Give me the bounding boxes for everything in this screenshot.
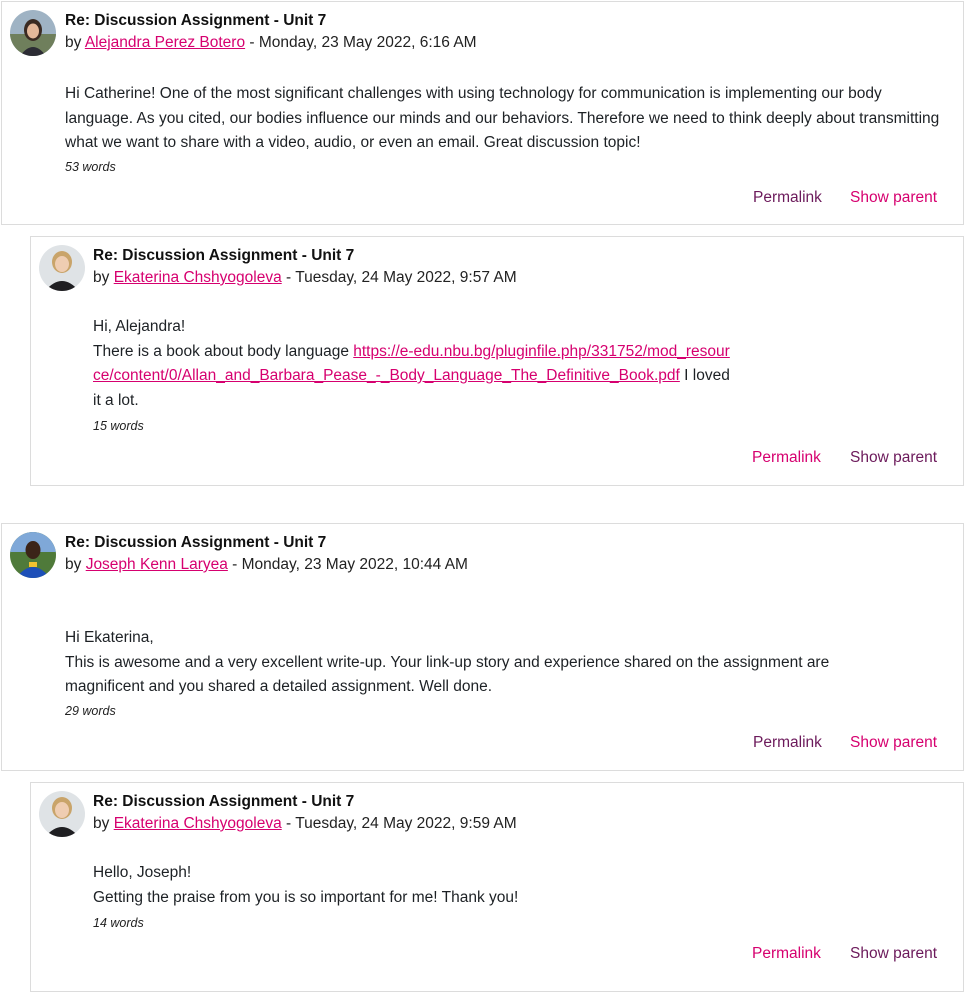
- post-message: Hi Ekaterina, This is awesome and a very…: [65, 626, 885, 700]
- post-message: Hi, Alejandra! There is a book about bod…: [93, 315, 733, 413]
- post-subject: Re: Discussion Assignment - Unit 7: [93, 793, 355, 810]
- post-subject: Re: Discussion Assignment - Unit 7: [93, 247, 355, 264]
- by-label: by: [65, 34, 85, 51]
- author-link[interactable]: Ekaterina Chshyogoleva: [114, 269, 282, 286]
- avatar[interactable]: [10, 10, 56, 56]
- message-paragraph: Hi Catherine! One of the most significan…: [65, 85, 940, 151]
- message-paragraph: This is awesome and a very excellent wri…: [65, 653, 830, 696]
- message-paragraph: There is a book about body language http…: [93, 340, 733, 414]
- post-byline: by Alejandra Perez Botero - Monday, 23 M…: [65, 34, 477, 52]
- post-date: - Monday, 23 May 2022, 10:44 AM: [227, 556, 468, 573]
- post-byline: by Ekaterina Chshyogoleva - Tuesday, 24 …: [93, 815, 517, 833]
- avatar[interactable]: [10, 532, 56, 578]
- show-parent-link[interactable]: Show parent: [850, 189, 937, 207]
- post-message: Hi Catherine! One of the most significan…: [65, 82, 950, 156]
- post-date: - Tuesday, 24 May 2022, 9:57 AM: [281, 269, 517, 286]
- word-count: 29 words: [65, 704, 116, 718]
- permalink-link[interactable]: Permalink: [753, 189, 822, 207]
- author-link[interactable]: Joseph Kenn Laryea: [86, 556, 228, 573]
- avatar[interactable]: [39, 791, 85, 837]
- post-subject: Re: Discussion Assignment - Unit 7: [65, 534, 327, 551]
- permalink-link[interactable]: Permalink: [752, 945, 821, 963]
- forum-post: Re: Discussion Assignment - Unit 7 by Al…: [1, 1, 964, 225]
- post-byline: by Joseph Kenn Laryea - Monday, 23 May 2…: [65, 556, 468, 574]
- word-count: 14 words: [93, 916, 144, 930]
- show-parent-link[interactable]: Show parent: [850, 734, 937, 752]
- message-paragraph: Getting the praise from you is so import…: [93, 888, 519, 906]
- message-paragraph: Hi Ekaterina,: [65, 629, 154, 646]
- author-link[interactable]: Ekaterina Chshyogoleva: [114, 815, 282, 832]
- permalink-link[interactable]: Permalink: [753, 734, 822, 752]
- forum-post: Re: Discussion Assignment - Unit 7 by Ek…: [30, 782, 964, 992]
- avatar[interactable]: [39, 245, 85, 291]
- author-link[interactable]: Alejandra Perez Botero: [85, 34, 245, 51]
- by-label: by: [93, 815, 114, 832]
- message-paragraph: Hello, Joseph!: [93, 864, 192, 881]
- message-greeting: Hi, Alejandra!: [93, 318, 186, 335]
- post-date: - Monday, 23 May 2022, 6:16 AM: [245, 34, 477, 51]
- show-parent-link[interactable]: Show parent: [850, 449, 937, 467]
- post-date: - Tuesday, 24 May 2022, 9:59 AM: [281, 815, 517, 832]
- forum-post: Re: Discussion Assignment - Unit 7 by Ek…: [30, 236, 964, 486]
- by-label: by: [65, 556, 86, 573]
- post-message: Hello, Joseph! Getting the praise from y…: [93, 861, 913, 910]
- post-subject: Re: Discussion Assignment - Unit 7: [65, 12, 327, 29]
- forum-post: Re: Discussion Assignment - Unit 7 by Jo…: [1, 523, 964, 771]
- permalink-link[interactable]: Permalink: [752, 449, 821, 467]
- message-text: There is a book about body language: [93, 342, 354, 360]
- word-count: 15 words: [93, 419, 144, 433]
- post-byline: by Ekaterina Chshyogoleva - Tuesday, 24 …: [93, 269, 517, 287]
- show-parent-link[interactable]: Show parent: [850, 945, 937, 963]
- by-label: by: [93, 269, 114, 286]
- word-count: 53 words: [65, 160, 116, 174]
